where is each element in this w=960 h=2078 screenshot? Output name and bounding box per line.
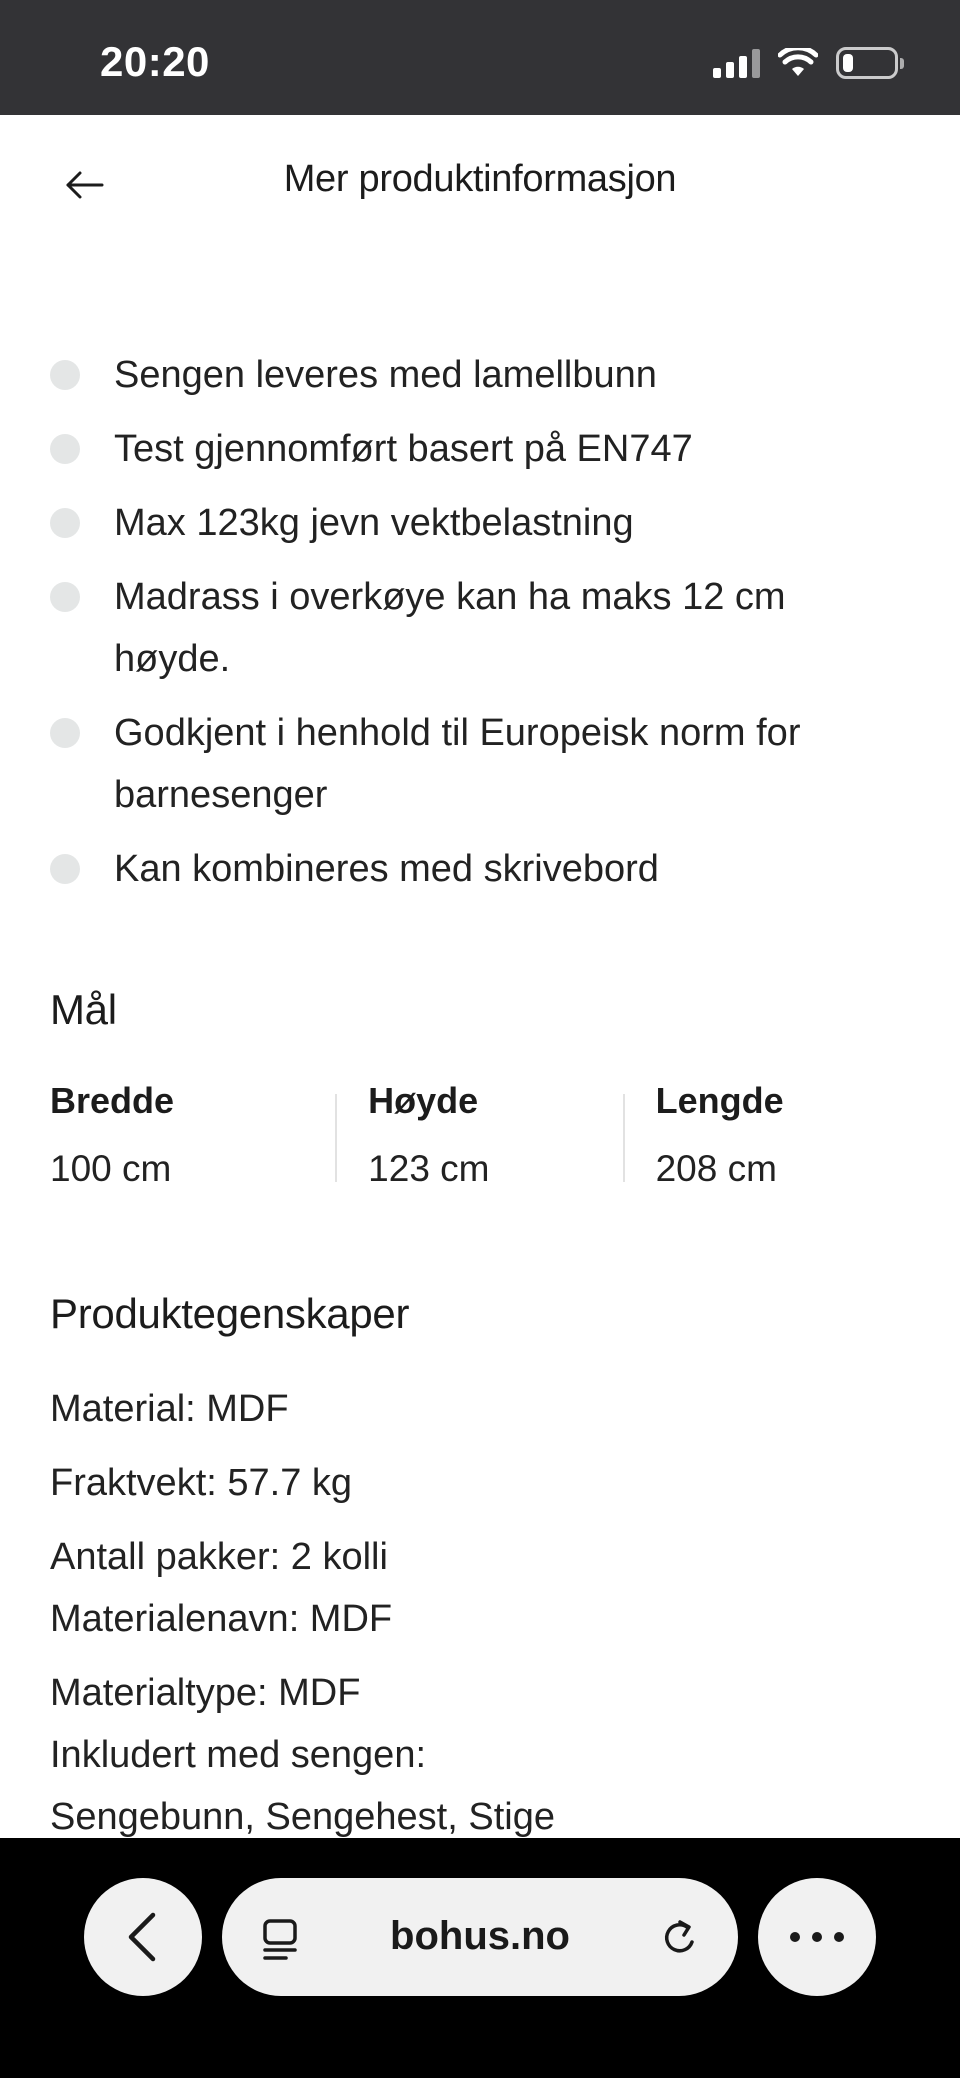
feature-text: Godkjent i henhold til Europeisk norm fo… (114, 712, 801, 816)
dimension-value: 123 cm (368, 1148, 490, 1189)
status-icons (713, 46, 904, 80)
dimension-value: 100 cm (50, 1148, 172, 1189)
feature-text: Max 123kg jevn vektbelastning (114, 502, 634, 544)
dimension-label: Bredde (50, 1080, 175, 1121)
bullet-dot-icon (50, 718, 80, 748)
status-time: 20:20 (100, 38, 210, 85)
feature-text: Kan kombineres med skrivebord (114, 848, 659, 890)
battery-level (843, 54, 853, 72)
dimensions-table: Bredde 100 cm Høyde 123 cm Lengde 208 cm (50, 1078, 910, 1198)
wifi-icon (778, 48, 818, 76)
dimension-label: Lengde (655, 1080, 784, 1121)
cellular-signal-icon (713, 48, 760, 78)
list-item: Godkjent i henhold til Europeisk norm fo… (50, 702, 910, 826)
reload-icon[interactable] (658, 1916, 702, 1960)
dimensions-title: Mål (50, 986, 117, 1033)
list-item: Kan kombineres med skrivebord (50, 838, 910, 900)
list-item: Test gjennomført basert på EN747 (50, 418, 910, 480)
page-title: Mer produktinformasjon (283, 158, 677, 200)
property-line: Fraktvekt: 57.7 kg (50, 1462, 353, 1504)
address-bar[interactable]: bohus.no (222, 1878, 738, 1996)
properties-list: Material: MDF Fraktvekt: 57.7 kg Antall … (50, 1378, 910, 1848)
battery-icon (836, 47, 904, 79)
list-item: Madrass i overkøye kan ha maks 12 cm høy… (50, 566, 910, 690)
bullet-dot-icon (50, 854, 80, 884)
bullet-dot-icon (50, 582, 80, 612)
list-item: Sengen leveres med lamellbunn (50, 344, 910, 406)
divider (335, 1094, 338, 1182)
property-line: Material: MDF (50, 1388, 289, 1430)
bullet-dot-icon (50, 434, 80, 464)
status-bar: 20:20 (0, 0, 960, 115)
feature-text: Sengen leveres med lamellbunn (114, 354, 657, 396)
more-dots-icon (790, 1932, 844, 1942)
bullet-dot-icon (50, 360, 80, 390)
feature-list: Sengen leveres med lamellbunn Test gjenn… (50, 344, 910, 912)
dimension-width: Bredde 100 cm (50, 1078, 335, 1198)
browser-toolbar: bohus.no (0, 1838, 960, 2078)
browser-back-button[interactable] (84, 1878, 202, 1996)
feature-text: Test gjennomført basert på EN747 (114, 428, 693, 470)
more-options-button[interactable] (758, 1878, 876, 1996)
feature-text: Madrass i overkøye kan ha maks 12 cm høy… (114, 576, 786, 680)
bullet-dot-icon (50, 508, 80, 538)
property-line: Materialtype: MDF (50, 1672, 361, 1714)
chevron-left-icon (128, 1912, 156, 1962)
property-line: Inkludert med sengen: (50, 1734, 427, 1776)
dimension-height: Høyde 123 cm (335, 1078, 622, 1198)
property-line: Materialenavn: MDF (50, 1598, 393, 1640)
divider (622, 1094, 625, 1182)
list-item: Max 123kg jevn vektbelastning (50, 492, 910, 554)
property-line: Antall pakker: 2 kolli (50, 1536, 388, 1578)
dimension-length: Lengde 208 cm (622, 1078, 910, 1198)
dimension-label: Høyde (368, 1080, 479, 1121)
dimension-value: 208 cm (655, 1148, 777, 1189)
properties-title: Produktegenskaper (50, 1290, 410, 1337)
